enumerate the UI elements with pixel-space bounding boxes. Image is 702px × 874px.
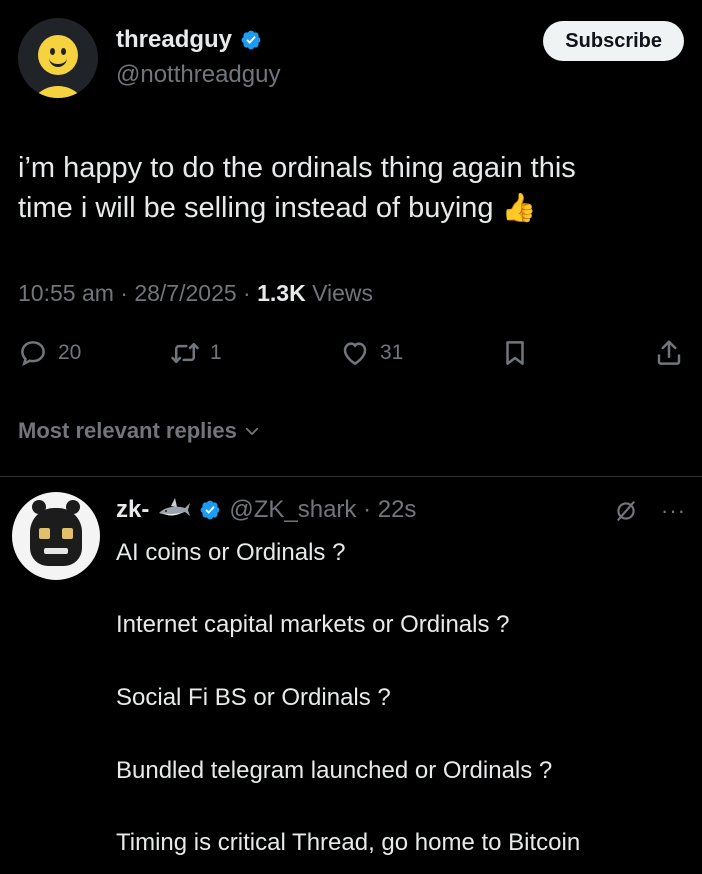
subscribe-button[interactable]: Subscribe — [543, 21, 684, 61]
reply-icons: ··· — [613, 498, 686, 524]
shark-emoji-icon — [159, 498, 191, 516]
post-meta: 10:55 am · 28/7/2025 · 1.3K Views — [18, 280, 373, 307]
reply-text-line: Internet capital markets or Ordinals ? — [116, 611, 510, 638]
bookmark-icon — [506, 341, 524, 365]
post-timestamp[interactable]: 10:55 am · 28/7/2025 · — [18, 280, 257, 306]
views-count: 1.3K — [257, 280, 306, 306]
author-name-row: threadguy — [116, 26, 262, 54]
like-button[interactable]: 31 — [340, 338, 403, 368]
reply-icon — [21, 341, 45, 367]
reply-verified-badge-icon — [200, 500, 220, 520]
reply-display-name[interactable]: zk- — [116, 496, 149, 524]
reply-text-line: Timing is critical Thread, go home to Bi… — [116, 829, 581, 856]
bookmark-button[interactable] — [500, 338, 530, 368]
reply-button[interactable]: 20 — [18, 338, 81, 368]
heart-icon — [343, 342, 367, 366]
reply-count: 20 — [58, 341, 82, 364]
share-icon — [657, 340, 681, 365]
more-options-button[interactable]: ··· — [661, 498, 686, 524]
reply-header: zk- @ZK_shark · 22s — [116, 496, 416, 524]
reply-avatar[interactable] — [12, 492, 100, 580]
post-text: i’m happy to do the ordinals thing again… — [18, 148, 678, 228]
reply-text-line: Social Fi BS or Ordinals ? — [116, 684, 391, 711]
grok-icon[interactable] — [613, 498, 639, 524]
repost-icon — [171, 343, 199, 363]
replies-sort-dropdown[interactable]: Most relevant replies — [18, 418, 261, 444]
reply-text-line: Bundled telegram launched or Ordinals ? — [116, 757, 553, 784]
repost-button[interactable]: 1 — [170, 338, 222, 368]
author-avatar[interactable] — [18, 18, 98, 98]
author-handle[interactable]: @notthreadguy — [116, 61, 280, 89]
reply-text-line: AI coins or Ordinals ? — [116, 539, 346, 566]
views-label: Views — [305, 280, 374, 306]
repost-count: 1 — [210, 341, 222, 364]
verified-badge-icon — [241, 30, 261, 50]
smiley-icon — [38, 35, 78, 75]
author-display-name[interactable]: threadguy — [116, 26, 232, 54]
thumbs-up-emoji: 👍 — [501, 192, 537, 223]
reply-handle-time[interactable]: @ZK_shark · 22s — [229, 496, 416, 524]
chevron-down-icon — [245, 427, 259, 435]
like-count: 31 — [380, 341, 404, 364]
post-text-line: i’m happy to do the ordinals thing again… — [18, 152, 576, 184]
divider — [0, 476, 702, 477]
post-text-line-content: time i will be selling instead of buying — [18, 192, 494, 224]
action-bar: 20 1 31 — [18, 338, 684, 372]
share-button[interactable] — [654, 338, 684, 368]
replies-sort-label: Most relevant replies — [18, 418, 237, 443]
post-text-line: time i will be selling instead of buying… — [18, 188, 678, 228]
bear-avatar-icon — [30, 508, 82, 566]
